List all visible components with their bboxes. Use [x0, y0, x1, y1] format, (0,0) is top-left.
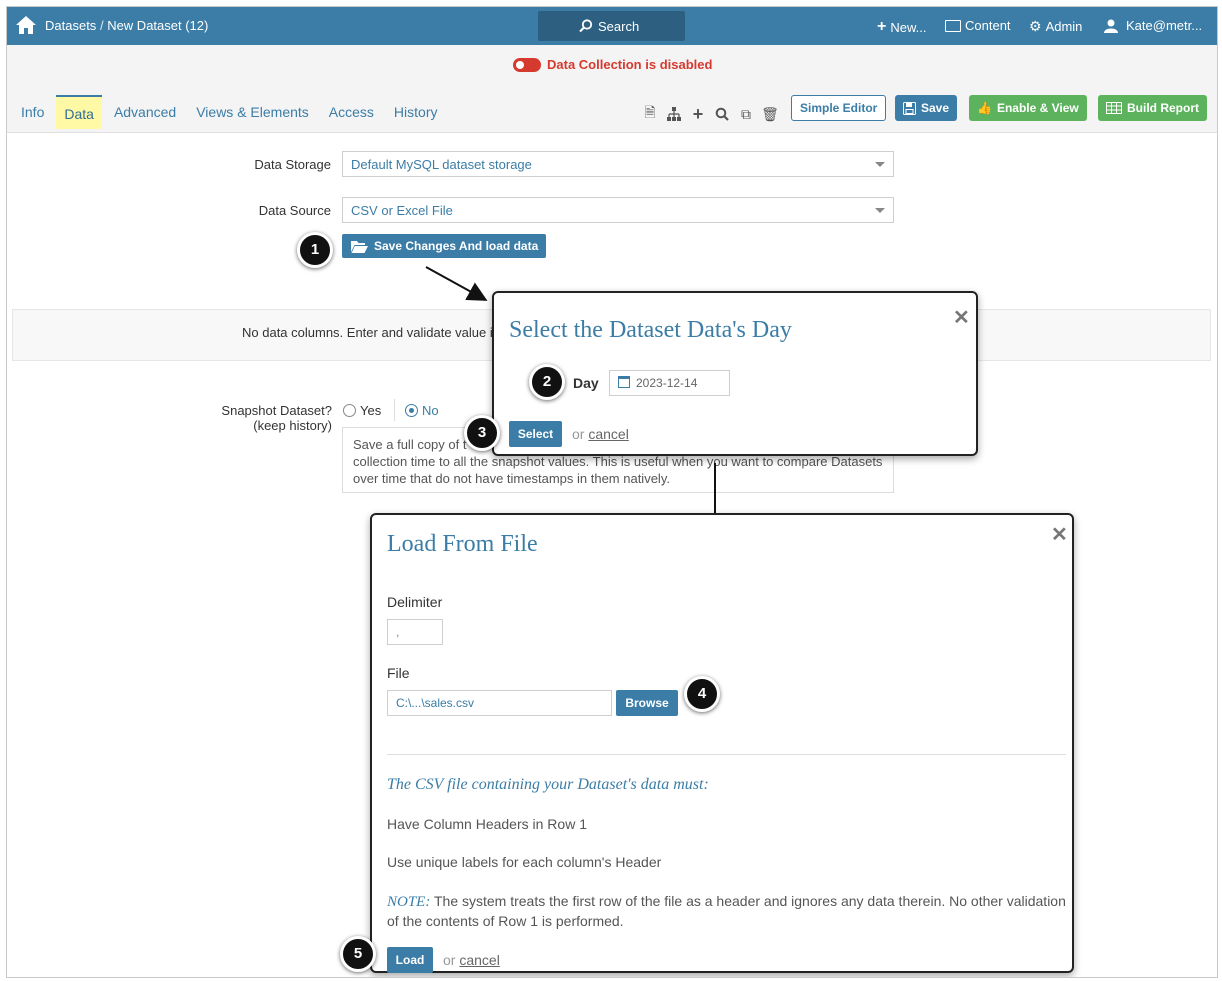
callout-badge-3: 3: [464, 415, 500, 451]
file-cancel-group: or cancel: [443, 952, 500, 968]
callout-badge-5: 5: [340, 936, 376, 972]
requirement-1: Have Column Headers in Row 1: [387, 816, 587, 832]
app-frame: Datasets / New Dataset (12) Search + New…: [6, 6, 1218, 978]
browse-button[interactable]: Browse: [616, 690, 678, 716]
arrow-to-day-dialog: [425, 266, 488, 301]
load-from-file-dialog: Load From File ✕ Delimiter , File C:\...…: [370, 513, 1074, 973]
note-body-line2: of the contents of Row 1 is performed.: [387, 913, 624, 929]
day-label: Day: [573, 375, 599, 391]
note-text: NOTE: The system treats the first row of…: [387, 892, 1072, 931]
day-date-input[interactable]: 2023-12-14: [609, 370, 730, 396]
callout-badge-1: 1: [297, 232, 333, 268]
load-from-file-title: Load From File: [387, 531, 538, 557]
callout-badge-4: 4: [684, 676, 720, 712]
close-icon[interactable]: ✕: [1051, 522, 1068, 547]
select-day-dialog: Select the Dataset Data's Day ✕ Day 2023…: [492, 291, 978, 456]
requirement-2: Use unique labels for each column's Head…: [387, 854, 662, 870]
file-path-input[interactable]: C:\...\sales.csv: [387, 690, 612, 716]
file-cancel-link[interactable]: cancel: [459, 952, 499, 968]
delimiter-label: Delimiter: [387, 594, 443, 610]
note-body: The system treats the first row of the f…: [430, 893, 1066, 909]
day-date-value: 2023-12-14: [636, 376, 698, 390]
load-button[interactable]: Load: [387, 947, 433, 973]
file-label: File: [387, 665, 410, 681]
note-label: NOTE:: [387, 894, 431, 910]
delimiter-input[interactable]: ,: [387, 619, 443, 645]
select-day-button[interactable]: Select: [509, 421, 562, 447]
day-cancel-link[interactable]: cancel: [588, 426, 628, 442]
or-text: or: [443, 952, 456, 968]
requirements-heading: The CSV file containing your Dataset's d…: [387, 776, 709, 793]
callout-badge-2: 2: [529, 364, 565, 400]
close-icon[interactable]: ✕: [953, 305, 970, 330]
divider: [387, 754, 1066, 755]
select-day-dialog-title: Select the Dataset Data's Day: [509, 317, 792, 343]
calendar-icon: [618, 376, 630, 388]
or-text: or: [572, 426, 585, 442]
day-cancel-group: or cancel: [572, 426, 629, 442]
